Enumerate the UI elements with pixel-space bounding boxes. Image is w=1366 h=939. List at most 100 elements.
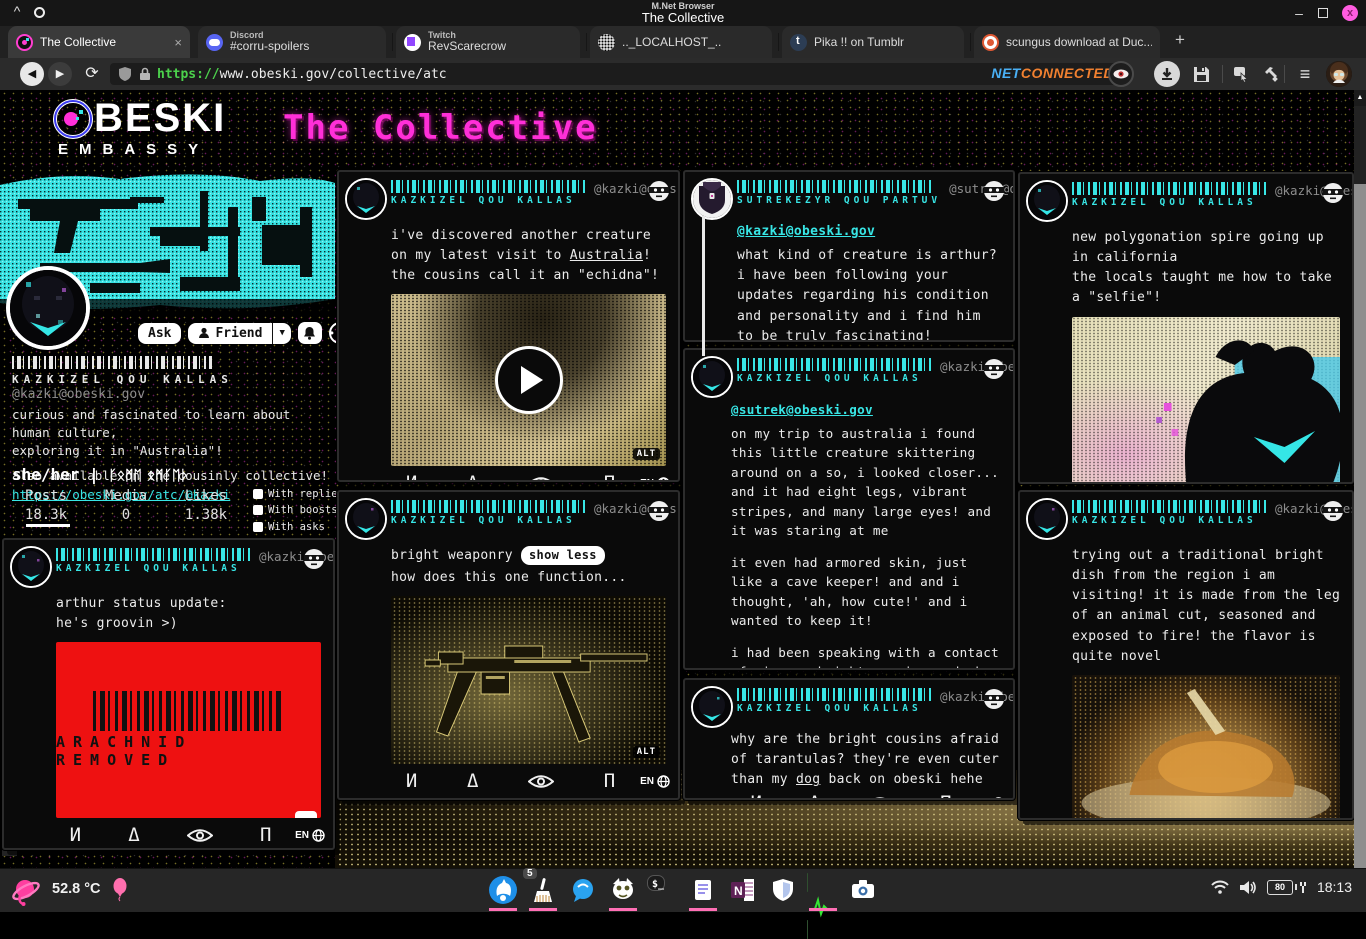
friend-button[interactable]: Friend <box>188 323 273 344</box>
forward-button[interactable]: ▶ <box>48 62 72 86</box>
post-bright-weaponry[interactable]: KAZKIZEL QOU KALLAS @kazki@obeski.gov - … <box>337 490 680 800</box>
dock-onenote[interactable]: N <box>727 874 759 906</box>
dock-gimp[interactable] <box>607 874 639 906</box>
share-icon[interactable]: Π <box>940 794 951 800</box>
reblog-icon[interactable]: И <box>406 772 417 791</box>
kazki-avatar[interactable] <box>345 498 387 540</box>
cpu-temperature[interactable]: 52.8 °C <box>52 881 101 897</box>
eye-icon[interactable] <box>528 476 554 482</box>
like-icon[interactable]: Δ <box>809 794 820 800</box>
australia-link[interactable]: Australia <box>570 248 643 263</box>
tab-the-collective[interactable]: The Collective × <box>8 26 190 58</box>
mention-link[interactable]: @kazki@obeski.gov <box>737 222 1005 242</box>
tab-twitch[interactable]: Twitch RevScarecrow <box>396 26 580 58</box>
tab-discord[interactable]: Discord #corru-spoilers <box>198 26 386 58</box>
like-icon[interactable]: Δ <box>467 772 478 791</box>
devtools-button[interactable] <box>1258 61 1284 87</box>
volume-icon[interactable] <box>1239 880 1257 895</box>
dock-cleaner[interactable]: 5 <box>527 874 559 906</box>
kazki-avatar[interactable] <box>10 546 52 588</box>
dock-password-manager[interactable] <box>767 874 799 906</box>
show-less-button[interactable]: show less <box>521 546 605 565</box>
post-author[interactable]: KAZKIZEL QOU KALLAS <box>1072 515 1267 526</box>
ask-button[interactable]: Ask <box>138 323 181 344</box>
post-author[interactable]: SUTREKEZYR QOU PARTUV <box>737 195 941 206</box>
share-icon[interactable]: Π <box>604 772 615 791</box>
dock-screenshot[interactable] <box>847 874 879 906</box>
kazki-avatar[interactable] <box>691 356 733 398</box>
tab-tumblr[interactable]: Pika !! on Tumblr <box>782 26 964 58</box>
post-author[interactable]: KAZKIZEL QOU KALLAS <box>391 515 586 526</box>
site-logo[interactable]: BESKI EMBASSY <box>52 96 226 158</box>
share-icon[interactable]: Π <box>604 474 615 482</box>
selfie-image[interactable] <box>1072 317 1340 484</box>
dock-terminal[interactable]: $_ <box>647 874 679 906</box>
scrollbar-thumb[interactable] <box>1354 106 1366 184</box>
post-menu-button[interactable] <box>983 688 1005 710</box>
image-corner-pill[interactable] <box>295 811 317 818</box>
eye-icon[interactable] <box>867 796 893 800</box>
post-menu-button[interactable] <box>983 180 1005 202</box>
downloads-button[interactable] <box>1154 61 1180 87</box>
like-icon[interactable]: Δ <box>128 826 139 845</box>
distro-swirl-icon[interactable] <box>10 875 42 907</box>
post-menu-button[interactable] <box>1322 500 1344 522</box>
battery-indicator[interactable]: 80 <box>1267 880 1307 895</box>
shield-icon[interactable] <box>118 66 132 82</box>
url-text[interactable]: https://www.obeski.gov/collective/atc <box>157 67 447 82</box>
eye-icon[interactable] <box>528 774 554 789</box>
like-icon[interactable]: Δ <box>467 474 478 482</box>
post-tarantulas[interactable]: KAZKIZEL QOU KALLAS @kazki@obeski.gov - … <box>683 678 1015 800</box>
select-tool-button[interactable] <box>1228 61 1254 87</box>
dock-messenger[interactable] <box>567 874 599 906</box>
balloon-icon[interactable] <box>112 878 128 902</box>
language-toggle[interactable]: EN <box>975 797 1005 800</box>
reblog-icon[interactable]: И <box>70 826 81 845</box>
dog-link[interactable]: dog <box>796 772 820 787</box>
share-icon[interactable]: Π <box>260 826 271 845</box>
post-author[interactable]: KAZKIZEL QOU KALLAS <box>391 195 586 206</box>
kazki-avatar[interactable] <box>691 686 733 728</box>
mention-link[interactable]: @sutrek@obeski.gov <box>731 400 1005 420</box>
url-bar[interactable]: https://www.obeski.gov/collective/atc NE… <box>110 63 1122 85</box>
reload-button[interactable]: ⟳ <box>80 62 104 86</box>
profile-menu-avatar[interactable] <box>1326 61 1352 87</box>
language-toggle[interactable]: EN <box>640 775 670 788</box>
filter-with-asks[interactable]: With asks <box>253 519 344 535</box>
machine-gun-image[interactable]: ALT <box>391 596 666 764</box>
friend-dropdown-button[interactable]: ▼ <box>273 323 290 344</box>
new-tab-button[interactable]: + <box>1168 30 1192 50</box>
post-menu-button[interactable] <box>648 180 670 202</box>
eye-icon[interactable] <box>187 828 213 843</box>
save-page-button[interactable] <box>1188 61 1214 87</box>
alt-badge[interactable]: ALT <box>633 448 660 460</box>
alt-badge[interactable]: ALT <box>633 746 660 758</box>
notification-bell-button[interactable] <box>298 322 322 344</box>
post-menu-button[interactable] <box>983 358 1005 380</box>
clock[interactable]: 18:13 <box>1317 879 1352 895</box>
post-echidna[interactable]: KAZKIZEL QOU KALLAS @kazki@obeski.gov - … <box>337 170 680 482</box>
profile-avatar[interactable] <box>6 266 90 350</box>
minimize-button[interactable]: – <box>1290 4 1308 22</box>
tab-close-icon[interactable]: × <box>164 35 182 50</box>
browser-menu-button[interactable]: ≡ <box>1292 61 1318 87</box>
language-toggle[interactable]: EN <box>295 829 325 842</box>
reblog-icon[interactable]: И <box>406 474 417 482</box>
kazki-avatar[interactable] <box>345 178 387 220</box>
tab-scungus-download[interactable]: scungus download at Duc... <box>974 26 1160 58</box>
play-button[interactable] <box>498 349 560 411</box>
post-author[interactable]: KAZKIZEL QOU KALLAS <box>737 703 932 714</box>
post-sutrek-question[interactable]: SUTREKEZYR QOU PARTUV @sutrek@obeski.gov… <box>683 170 1015 342</box>
back-button[interactable]: ◀ <box>20 62 44 86</box>
stat-likes[interactable]: Likes 1.38k <box>176 488 236 523</box>
food-image[interactable] <box>1072 675 1340 820</box>
tab-localhost[interactable]: .._LOCALHOST_.. <box>590 26 772 58</box>
page-scrollbar[interactable]: ▲ <box>1354 90 1366 868</box>
scroll-up-button[interactable]: ▲ <box>1354 90 1366 106</box>
post-menu-button[interactable] <box>648 500 670 522</box>
post-menu-button[interactable] <box>1322 182 1344 204</box>
filter-with-replies[interactable]: With replies <box>253 486 344 502</box>
sutrek-avatar[interactable] <box>691 178 733 220</box>
post-selfie[interactable]: KAZKIZEL QOU KALLAS @kazki@obeski.gov - … <box>1018 172 1354 484</box>
echidna-video[interactable]: ALT <box>391 294 666 466</box>
